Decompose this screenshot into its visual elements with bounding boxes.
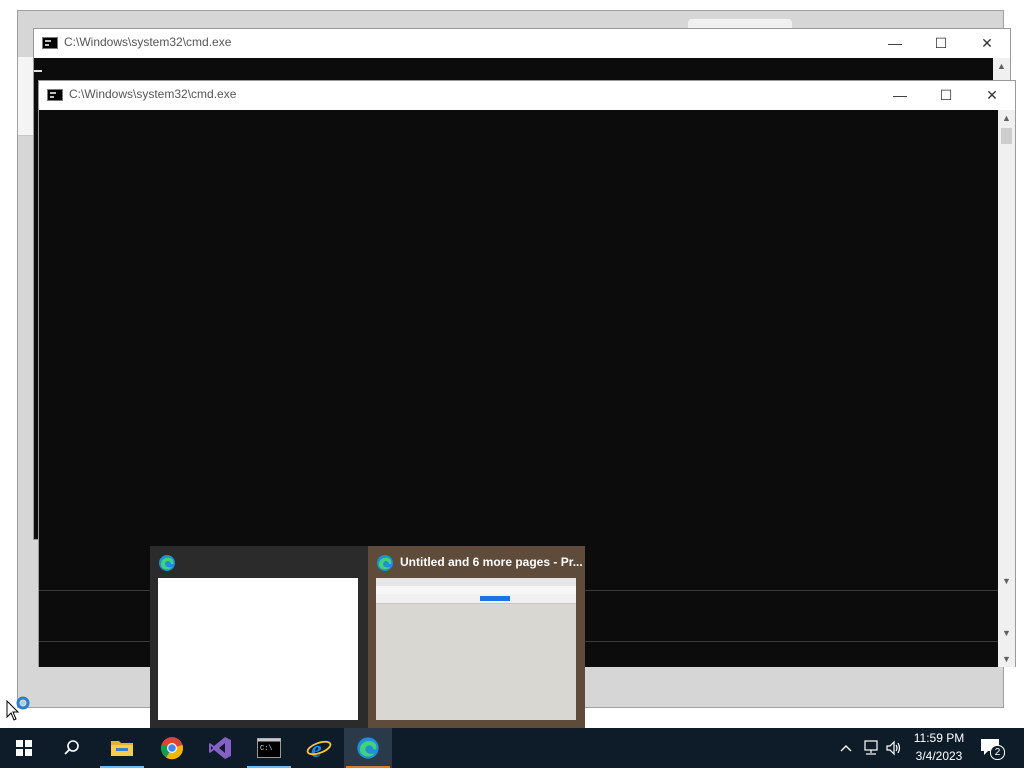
start-button[interactable]	[0, 728, 48, 768]
scroll-thumb[interactable]	[1001, 128, 1012, 144]
notification-count: 2	[990, 745, 1005, 760]
folder-icon	[111, 741, 133, 756]
taskbar: C:\ e 11:59 PM 3/4/2023 2	[0, 728, 1024, 768]
preview-toolbar	[376, 594, 576, 604]
search-button[interactable]	[48, 728, 96, 768]
thumbnail-preview[interactable]	[158, 578, 358, 720]
clock-time[interactable]: 11:59 PM	[912, 731, 966, 745]
text-cursor	[34, 70, 42, 72]
edge-icon	[377, 555, 393, 571]
chrome-icon	[160, 737, 184, 760]
svg-text:e: e	[311, 737, 322, 760]
thumbnail-edge-window-2[interactable]: Untitled and 6 more pages - Pr...	[368, 546, 585, 728]
windows-logo-icon	[16, 740, 32, 756]
edge-button[interactable]	[344, 728, 392, 768]
scroll-down-icon[interactable]: ▼	[998, 573, 1015, 589]
minimize-button[interactable]: —	[872, 29, 918, 57]
preview-tabs	[376, 578, 576, 586]
edge-icon	[357, 737, 379, 759]
cmd-icon	[47, 89, 63, 101]
network-icon[interactable]	[862, 740, 880, 756]
internet-explorer-button[interactable]: e	[295, 728, 343, 768]
cmd-back-title: C:\Windows\system32\cmd.exe	[64, 35, 232, 49]
scroll-up-icon[interactable]: ▲	[998, 110, 1015, 126]
command-prompt-button[interactable]: C:\	[245, 728, 293, 768]
search-icon	[64, 740, 79, 755]
cmd-icon: C:\	[257, 738, 281, 758]
volume-icon[interactable]	[885, 740, 903, 756]
cmd-icon	[42, 37, 58, 49]
close-button[interactable]: ✕	[969, 81, 1015, 109]
scroll-down-icon[interactable]: ▼	[998, 625, 1015, 641]
cmd-front-title: C:\Windows\system32\cmd.exe	[69, 87, 237, 101]
maximize-button[interactable]: ☐	[918, 29, 964, 57]
preview-blue-button	[480, 596, 510, 601]
ie-icon: e	[306, 737, 332, 760]
visual-studio-icon	[209, 737, 231, 759]
minimize-button[interactable]: —	[877, 81, 923, 109]
cmd-front-titlebar[interactable]: C:\Windows\system32\cmd.exe — ☐ ✕	[39, 81, 1015, 109]
chrome-button[interactable]	[148, 728, 196, 768]
file-explorer-button[interactable]	[98, 728, 146, 768]
background-window-strip	[18, 57, 34, 136]
thumbnail-edge-window-1[interactable]	[150, 546, 367, 728]
svg-text:C:\: C:\	[260, 745, 273, 753]
scroll-up-icon[interactable]: ▲	[993, 58, 1010, 74]
cmd-back-titlebar[interactable]: C:\Windows\system32\cmd.exe — ☐ ✕	[34, 29, 1010, 57]
clock-date[interactable]: 3/4/2023	[912, 749, 966, 763]
close-button[interactable]: ✕	[964, 29, 1010, 57]
visual-studio-button[interactable]	[196, 728, 244, 768]
action-center-button[interactable]: 2	[980, 738, 1005, 760]
preview-address-bar	[376, 586, 576, 594]
busy-spinner-icon	[16, 696, 30, 710]
maximize-button[interactable]: ☐	[923, 81, 969, 109]
edge-icon	[159, 555, 175, 571]
cmd-front-scrollbar[interactable]: ▲ ▼ ▼ ▼	[998, 110, 1015, 667]
thumbnail-title: Untitled and 6 more pages - Pr...	[400, 555, 583, 569]
thumbnail-preview[interactable]	[376, 578, 576, 720]
taskbar-thumbnail-popup: Untitled and 6 more pages - Pr...	[150, 546, 585, 728]
scroll-down-icon[interactable]: ▼	[998, 651, 1015, 667]
show-hidden-icons-icon[interactable]	[839, 741, 853, 755]
